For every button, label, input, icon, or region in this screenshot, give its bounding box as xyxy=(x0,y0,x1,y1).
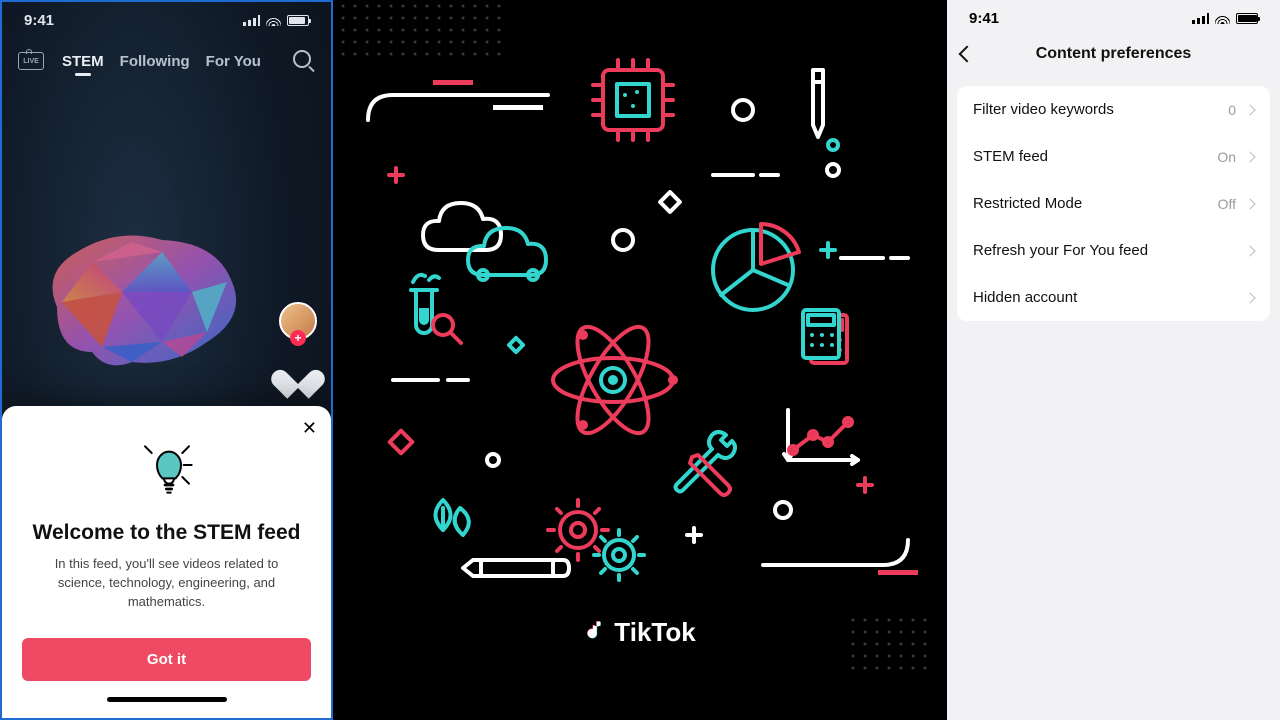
tab-following[interactable]: Following xyxy=(120,53,190,70)
tiktok-wordmark: TikTok xyxy=(614,617,695,648)
status-icons xyxy=(243,15,309,26)
tiktok-note-icon xyxy=(584,620,606,646)
top-nav: LIVE STEM Following For You xyxy=(2,38,331,80)
row-label: Filter video keywords xyxy=(973,101,1114,118)
promo-graphic: TikTok xyxy=(333,0,947,720)
got-it-button[interactable]: Got it xyxy=(22,638,311,681)
home-indicator xyxy=(107,697,227,702)
search-icon[interactable] xyxy=(293,50,315,72)
signal-icon xyxy=(243,15,260,26)
chevron-right-icon xyxy=(1244,245,1255,256)
row-value: Off xyxy=(1218,196,1236,212)
tab-for-you[interactable]: For You xyxy=(206,53,261,70)
page-title: Content preferences xyxy=(1036,45,1192,63)
live-button[interactable]: LIVE xyxy=(18,52,44,70)
tiktok-logo: TikTok xyxy=(584,617,695,648)
row-label: Refresh your For You feed xyxy=(973,242,1148,259)
feed-tabs: STEM Following For You xyxy=(62,53,261,70)
row-hidden-account[interactable]: Hidden account xyxy=(957,274,1270,321)
row-filter-keywords[interactable]: Filter video keywords 0 xyxy=(957,86,1270,133)
wifi-icon xyxy=(1215,13,1230,24)
stem-illustration xyxy=(333,0,947,720)
chevron-right-icon xyxy=(1244,104,1255,115)
follow-plus-icon[interactable]: + xyxy=(290,330,306,346)
like-icon[interactable] xyxy=(281,358,315,388)
status-icons xyxy=(1192,13,1258,24)
signal-icon xyxy=(1192,13,1209,24)
battery-icon xyxy=(1236,13,1258,24)
sheet-body: In this feed, you'll see videos related … xyxy=(32,555,301,612)
status-time: 9:41 xyxy=(969,10,999,27)
status-time: 9:41 xyxy=(24,12,54,29)
status-bar: 9:41 xyxy=(947,0,1280,36)
welcome-sheet: ✕ Welcome to the STEM feed In this feed,… xyxy=(2,406,331,718)
row-refresh-fyf[interactable]: Refresh your For You feed xyxy=(957,227,1270,274)
row-label: Hidden account xyxy=(973,289,1077,306)
chevron-right-icon xyxy=(1244,198,1255,209)
chevron-right-icon xyxy=(1244,151,1255,162)
chevron-right-icon xyxy=(1244,292,1255,303)
title-bar: Content preferences xyxy=(947,36,1280,72)
back-icon[interactable] xyxy=(959,46,976,63)
row-value: On xyxy=(1217,149,1236,165)
row-stem-feed[interactable]: STEM feed On xyxy=(957,133,1270,180)
row-value: 0 xyxy=(1228,102,1236,118)
status-bar: 9:41 xyxy=(2,2,331,38)
settings-card: Filter video keywords 0 STEM feed On Res… xyxy=(957,86,1270,321)
row-label: STEM feed xyxy=(973,148,1048,165)
creator-avatar[interactable]: + xyxy=(279,302,317,340)
sheet-title: Welcome to the STEM feed xyxy=(22,521,311,545)
phone-stem-feed: 9:41 LIVE STEM Following For You xyxy=(0,0,333,720)
battery-icon xyxy=(287,15,309,26)
lightbulb-icon xyxy=(137,430,197,500)
phone-content-preferences: 9:41 Content preferences Filter video ke… xyxy=(947,0,1280,720)
row-label: Restricted Mode xyxy=(973,195,1082,212)
tab-stem[interactable]: STEM xyxy=(62,53,104,70)
row-restricted-mode[interactable]: Restricted Mode Off xyxy=(957,180,1270,227)
brain-graphic xyxy=(22,222,252,382)
wifi-icon xyxy=(266,15,281,26)
side-action-bar: + xyxy=(279,302,317,388)
close-icon[interactable]: ✕ xyxy=(302,418,317,439)
